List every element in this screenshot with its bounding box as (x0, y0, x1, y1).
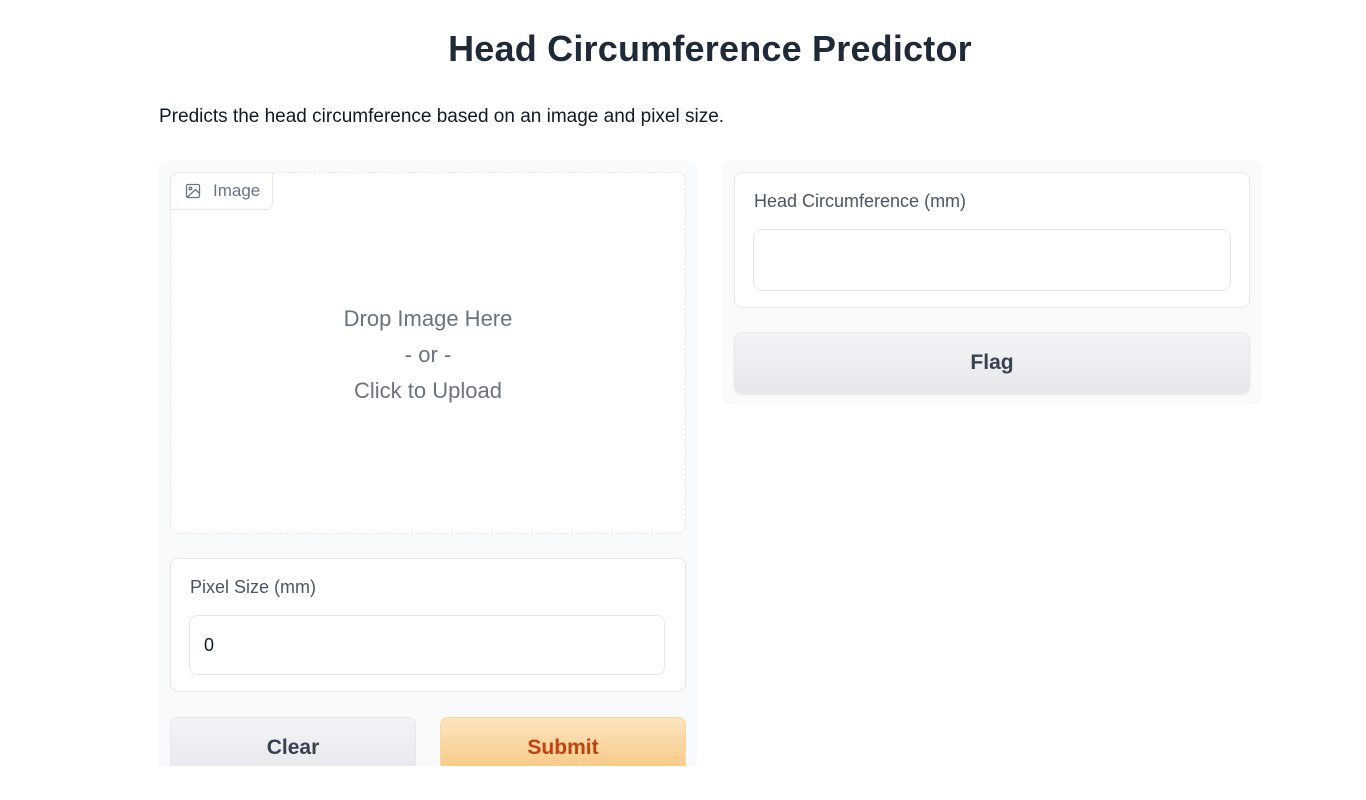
page-title: Head Circumference Predictor (448, 28, 972, 69)
image-label-text: Image (213, 181, 261, 200)
head-circumference-output[interactable] (753, 229, 1231, 291)
head-circumference-label: Head Circumference (mm) (754, 191, 967, 211)
flag-button[interactable]: Flag (734, 332, 1250, 394)
or-text: - or - (404, 342, 452, 367)
image-field-label: Image (170, 172, 274, 210)
pixel-size-block: Pixel Size (mm) (170, 558, 686, 692)
clear-button[interactable]: Clear (170, 717, 416, 766)
output-panel: Head Circumference (mm) Flag (722, 160, 1262, 405)
page-description: Predicts the head circumference based on… (159, 106, 725, 127)
input-panel: Image Drop Image Here - or - Click to Up… (158, 160, 697, 766)
pixel-size-input[interactable] (189, 615, 665, 675)
click-to-upload-text: Click to Upload (354, 378, 502, 403)
head-circumference-block: Head Circumference (mm) (734, 172, 1250, 308)
drop-image-text: Drop Image Here (343, 306, 513, 331)
submit-button[interactable]: Submit (440, 717, 686, 766)
upload-instructions: Drop Image Here - or - Click to Upload (171, 301, 685, 409)
image-upload-dropzone[interactable]: Image Drop Image Here - or - Click to Up… (170, 172, 686, 534)
pixel-size-label: Pixel Size (mm) (190, 577, 317, 597)
image-icon (185, 183, 201, 199)
app-page: Head Circumference Predictor Predicts th… (0, 0, 1366, 800)
